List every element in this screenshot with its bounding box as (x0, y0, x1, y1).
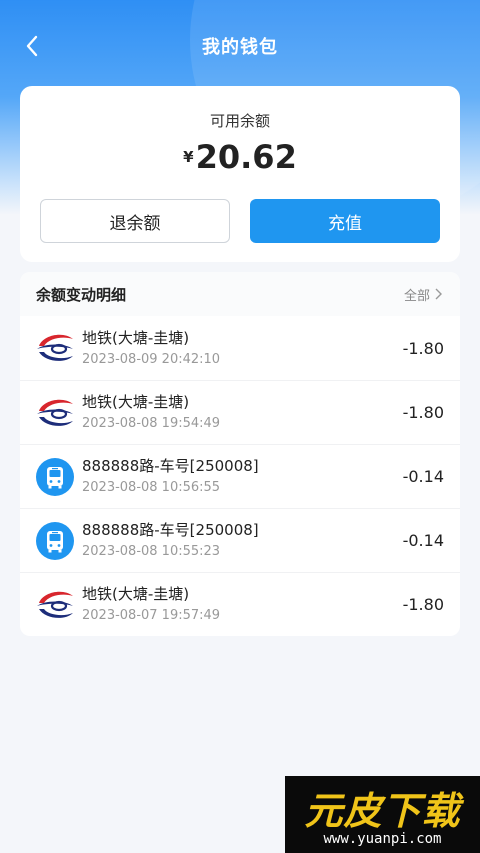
bus-icon-wrap (34, 456, 76, 498)
balance-label: 可用余额 (209, 112, 270, 130)
transaction-info: 地铁(大塘-圭塘) 2023-08-07 19:57:49 (82, 583, 403, 626)
balance-details-card: 余额变动明细 全部 地铁(大塘-圭塘) 2023-08-09 20:42:10 -1… (20, 272, 460, 636)
transaction-info: 地铁(大塘-圭塘) 2023-08-09 20:42:10 (82, 327, 403, 370)
refund-balance-button[interactable]: 退余额 (40, 199, 230, 243)
filter-label: 全部 (403, 288, 430, 304)
filter-dropdown[interactable]: 全部 (404, 285, 442, 304)
page-title: 我的钱包 (202, 37, 278, 58)
transaction-title: 地铁(大塘-圭塘) (82, 393, 190, 411)
transaction-title: 地铁(大塘-圭塘) (82, 585, 190, 603)
transaction-time: 2023-08-08 10:56:55 (82, 480, 221, 495)
chevron-right-icon (435, 288, 442, 300)
transaction-row[interactable]: 888888路-车号[250008] 2023-08-08 10:56:55 -0.… (20, 444, 460, 508)
transaction-title: 地铁(大塘-圭塘) (82, 328, 190, 347)
transaction-title: 888888路-车号[250008] (82, 521, 259, 539)
transaction-info: 888888路-车号[250008] 2023-08-08 10:56:55 (82, 455, 403, 498)
transaction-info: 地铁(大塘-圭塘) 2023-08-08 19:54:49 (82, 391, 403, 434)
watermark-text: 元皮下载 (304, 788, 461, 833)
chevron-left-icon (26, 35, 38, 57)
metro-logo-icon (37, 334, 73, 361)
transaction-amount: -1.80 (402, 338, 444, 358)
transaction-row[interactable]: 地铁(大塘-圭塘) 2023-08-08 19:54:49 -1.80 (20, 380, 460, 444)
transaction-time: 2023-08-09 20:42:10 (82, 351, 221, 367)
top-bar: 我的钱包 (0, 24, 480, 68)
bus-icon (36, 457, 74, 496)
bus-icon-wrap (34, 520, 76, 562)
currency-symbol: ¥ (183, 148, 194, 166)
details-header: 余额变动明细 全部 (20, 272, 460, 316)
recharge-button[interactable]: 充值 (250, 199, 440, 243)
balance-amount: ¥20.62 (20, 138, 460, 176)
metro-logo-icon-wrap (34, 584, 76, 626)
balance-value: 20.62 (195, 138, 297, 176)
metro-logo-icon (37, 399, 73, 426)
transaction-info: 888888路-车号[250008] 2023-08-08 10:55:23 (82, 519, 403, 562)
transaction-time: 2023-08-08 19:54:49 (82, 416, 221, 431)
transaction-amount: -0.14 (402, 531, 444, 550)
transaction-title: 888888路-车号[250008] (82, 457, 259, 475)
bus-icon (36, 521, 74, 560)
transaction-amount: -1.80 (402, 595, 444, 614)
watermark-logo: 元皮下载 www.yuanpi.com (285, 776, 480, 853)
metro-logo-icon-wrap (34, 327, 76, 369)
transaction-time: 2023-08-08 10:55:23 (82, 544, 221, 559)
transaction-time: 2023-08-07 19:57:49 (82, 608, 221, 623)
transaction-amount: -1.80 (402, 403, 444, 422)
transaction-amount: -0.14 (402, 467, 444, 486)
details-title: 余额变动明细 (36, 285, 127, 304)
back-button[interactable] (18, 32, 46, 60)
transaction-row[interactable]: 地铁(大塘-圭塘) 2023-08-07 19:57:49 -1.80 (20, 572, 460, 636)
metro-logo-icon (37, 591, 73, 618)
watermark-url: www.yuanpi.com (323, 831, 442, 847)
metro-logo-icon-wrap (34, 392, 76, 434)
balance-card: 可用余额 ¥20.62 退余额 充值 (20, 86, 460, 262)
transaction-row[interactable]: 888888路-车号[250008] 2023-08-08 10:55:23 -0.… (20, 508, 460, 572)
transaction-row[interactable]: 地铁(大塘-圭塘) 2023-08-09 20:42:10 -1.80 (20, 316, 460, 380)
